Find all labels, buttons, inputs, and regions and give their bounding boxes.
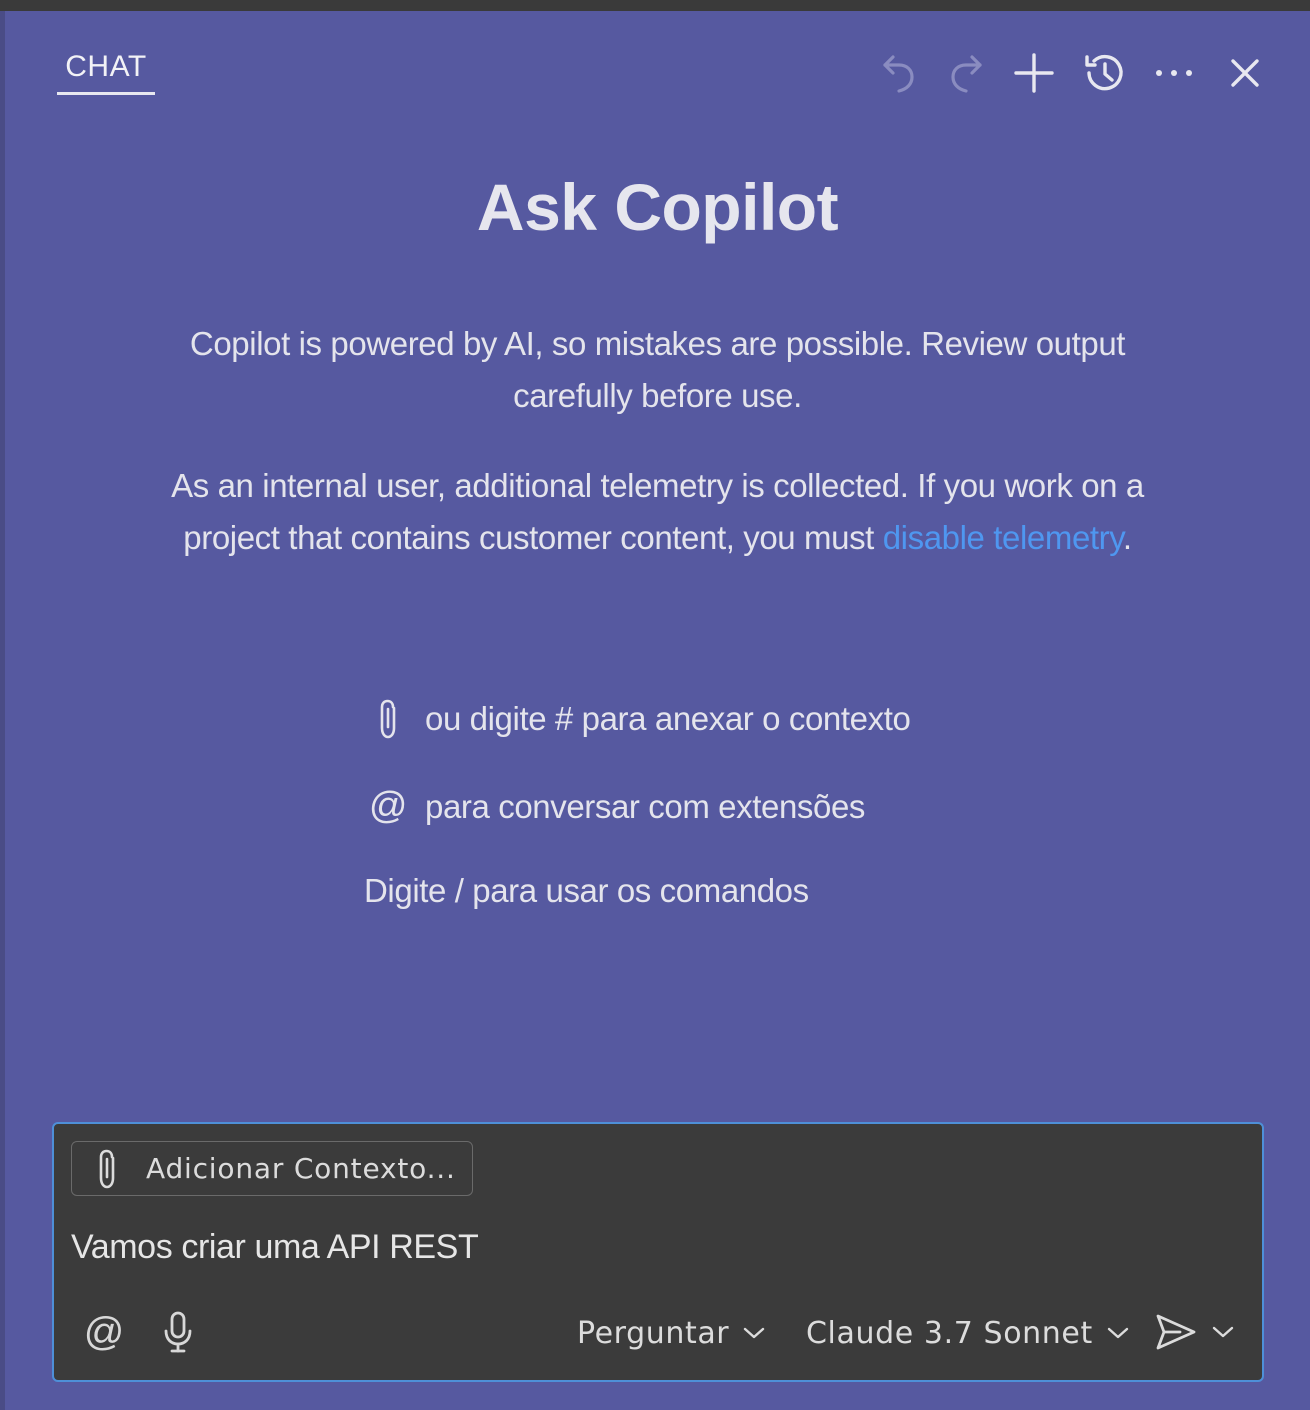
chat-input-box: Adicionar Contexto... Vamos criar uma AP…	[52, 1122, 1264, 1382]
model-label: Claude 3.7 Sonnet	[806, 1315, 1093, 1351]
telemetry-suffix: .	[1122, 519, 1132, 556]
at-sign-icon: @	[368, 785, 408, 827]
send-icon	[1156, 1314, 1196, 1350]
hint-commands-text: Digite / para usar os comandos	[364, 872, 809, 909]
new-chat-button[interactable]	[1006, 45, 1062, 101]
chevron-down-icon	[1107, 1326, 1129, 1340]
undo-icon	[883, 55, 914, 93]
hint-extensions: @ para conversar com extensões	[365, 785, 866, 828]
paperclip-icon	[365, 698, 411, 740]
mention-button[interactable]: @	[76, 1304, 132, 1360]
disclaimer-text: Copilot is powered by AI, so mistakes ar…	[189, 325, 1126, 414]
chevron-down-icon	[1212, 1326, 1234, 1338]
telemetry-notice: As an internal user, additional telemetr…	[155, 460, 1160, 564]
redo-icon	[951, 55, 982, 93]
hint-attach: ou digite # para anexar o contexto	[365, 698, 911, 740]
redo-button[interactable]	[938, 45, 994, 101]
welcome-title: Ask Copilot	[476, 170, 839, 244]
hint-commands: Digite / para usar os comandos	[364, 872, 809, 910]
chevron-down-icon	[743, 1326, 765, 1340]
at-sign-icon: @	[83, 1309, 125, 1354]
hint-extensions-text: para conversar com extensões	[425, 787, 866, 825]
close-icon	[1231, 59, 1259, 87]
close-button[interactable]	[1217, 45, 1273, 101]
tab-chat[interactable]: CHAT	[57, 41, 155, 95]
paperclip-icon	[88, 1149, 126, 1189]
undo-button[interactable]	[871, 45, 927, 101]
tab-chat-label: CHAT	[65, 49, 147, 83]
add-context-button[interactable]: Adicionar Contexto...	[71, 1141, 473, 1196]
send-button[interactable]	[1150, 1304, 1202, 1360]
microphone-icon	[164, 1311, 192, 1353]
ellipsis-icon	[1156, 70, 1192, 76]
history-button[interactable]	[1076, 45, 1132, 101]
disable-telemetry-link[interactable]: disable telemetry	[883, 519, 1124, 556]
history-icon	[1085, 54, 1123, 91]
chat-input[interactable]: Vamos criar uma API REST	[71, 1228, 1241, 1267]
more-actions-button[interactable]	[1146, 45, 1202, 101]
plus-icon	[1014, 53, 1054, 93]
voice-input-button[interactable]	[150, 1304, 206, 1360]
model-dropdown[interactable]: Claude 3.7 Sonnet	[806, 1310, 1129, 1356]
mode-dropdown[interactable]: Perguntar	[577, 1310, 765, 1356]
hint-attach-text: ou digite # para anexar o contexto	[425, 700, 911, 737]
add-context-label: Adicionar Contexto...	[146, 1152, 456, 1185]
mode-label: Perguntar	[577, 1315, 730, 1351]
send-options-button[interactable]	[1206, 1304, 1240, 1360]
chat-panel: CHAT Ask Copilot Copilot is powered by A…	[5, 11, 1310, 1410]
